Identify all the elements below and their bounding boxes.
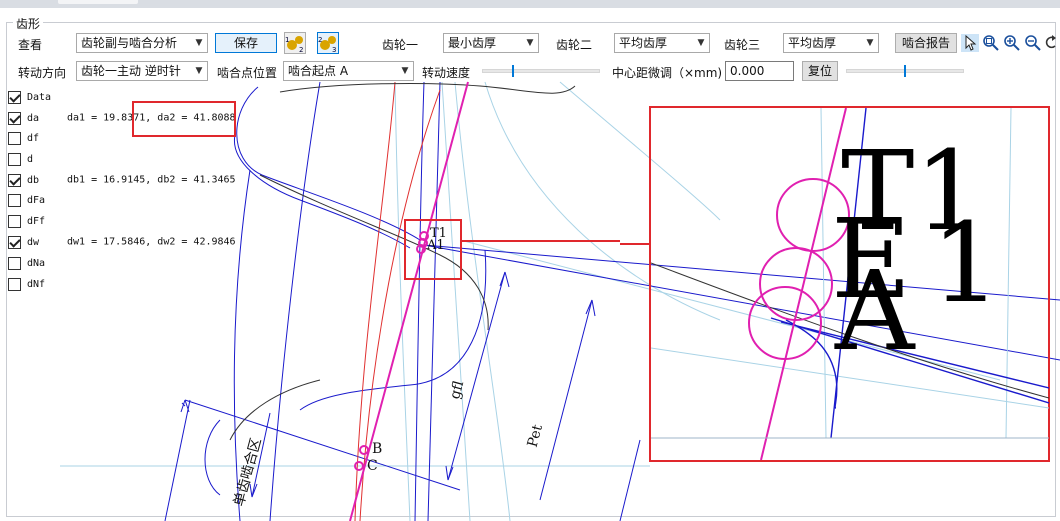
reset-button[interactable]: 复位 <box>802 61 838 81</box>
view-select[interactable]: 齿轮副与啮合分析 ▼ <box>76 33 208 53</box>
gear1-select[interactable]: 最小齿厚 ▼ <box>443 33 539 53</box>
checkbox-data[interactable] <box>8 90 21 104</box>
svg-text:2: 2 <box>299 46 303 53</box>
direction-select[interactable]: 齿轮一主动 逆时针 ▼ <box>76 61 208 81</box>
mesh-point-select[interactable]: 啮合起点 A ▼ <box>283 61 414 81</box>
group-title: 齿形 <box>13 15 44 32</box>
direction-select-value: 齿轮一主动 逆时针 <box>81 64 181 78</box>
checkbox-row-d[interactable]: d <box>8 152 67 168</box>
svg-text:3: 3 <box>332 46 336 53</box>
gear3-select-value: 平均齿厚 <box>788 36 837 50</box>
mesh-point-highlight-box <box>404 219 462 280</box>
checkbox-df[interactable] <box>8 131 21 145</box>
view-label: 查看 <box>18 38 43 52</box>
zoom-view: T1 E 1 A <box>651 108 1049 460</box>
gear3-select[interactable]: 平均齿厚 ▼ <box>783 33 879 53</box>
gear2-select-value: 平均齿厚 <box>619 36 668 50</box>
zoom-out-icon[interactable] <box>1024 34 1042 52</box>
checkbox-row-df[interactable]: df <box>8 131 67 147</box>
checkbox-row-dff[interactable]: dFf <box>8 214 67 230</box>
checkbox-label: db <box>27 174 40 186</box>
chevron-down-icon: ▼ <box>195 66 203 76</box>
mesh-report-button[interactable]: 啮合报告 <box>895 33 957 53</box>
center-adjust-slider[interactable] <box>846 65 964 77</box>
gear-pair-23-icon-button[interactable]: 2 3 <box>317 32 339 54</box>
zoom-one-label: 1 <box>931 199 1001 327</box>
direction-label: 转动方向 <box>18 66 67 80</box>
checkbox-dnf[interactable] <box>8 277 21 291</box>
checkbox-dna[interactable] <box>8 256 21 270</box>
checkbox-row-dna[interactable]: dNa <box>8 256 67 272</box>
center-adjust-input[interactable]: 0.000 <box>725 61 794 81</box>
checkbox-da[interactable] <box>8 111 21 125</box>
checkbox-dfa[interactable] <box>8 193 21 207</box>
checkbox-label: dFa <box>27 194 46 206</box>
center-slider-thumb[interactable] <box>904 65 906 77</box>
gear3-label: 齿轮三 <box>724 38 761 52</box>
save-button[interactable]: 保存 <box>215 33 277 53</box>
chevron-down-icon: ▼ <box>195 38 203 48</box>
rotate-icon[interactable] <box>1044 34 1058 52</box>
svg-text:1: 1 <box>285 36 289 44</box>
chevron-down-icon: ▼ <box>526 38 534 48</box>
checkbox-d[interactable] <box>8 152 21 166</box>
checkbox-row-dw[interactable]: dw dw1 = 17.5846, dw2 = 42.9846 <box>8 235 236 251</box>
checkbox-label: dw <box>27 236 40 248</box>
center-adjust-label: 中心距微调（×mm) <box>612 66 723 80</box>
view-select-value: 齿轮副与啮合分析 <box>81 36 178 50</box>
active-tab-edge[interactable] <box>58 0 138 4</box>
svg-text:2: 2 <box>318 36 322 44</box>
checkbox-value: dw1 = 17.5846, dw2 = 42.9846 <box>67 236 236 248</box>
zoom-fit-icon[interactable] <box>982 34 1000 52</box>
mesh-point-select-value: 啮合起点 A <box>288 64 349 78</box>
chevron-down-icon: ▼ <box>697 38 705 48</box>
checkbox-row-data[interactable]: Data <box>8 90 67 106</box>
checkbox-label: Data <box>27 91 52 103</box>
checkbox-db[interactable] <box>8 173 21 187</box>
speed-slider-track <box>482 69 600 73</box>
point-b-label: B <box>372 441 383 457</box>
da2-highlight-box <box>132 101 236 137</box>
gear2-label: 齿轮二 <box>556 38 593 52</box>
checkbox-dff[interactable] <box>8 214 21 228</box>
zoom-in-icon[interactable] <box>1003 34 1021 52</box>
checkbox-label: da <box>27 112 40 124</box>
point-c-label: C <box>367 458 378 474</box>
pointer-icon[interactable] <box>961 34 979 52</box>
checkbox-dw[interactable] <box>8 235 21 249</box>
chevron-down-icon: ▼ <box>866 38 874 48</box>
gear-pair-12-icon-button[interactable]: 1 2 <box>284 32 306 54</box>
gear-pair-23-icon: 2 3 <box>318 36 336 53</box>
zoom-a-label: A <box>835 247 915 375</box>
checkbox-label: df <box>27 132 40 144</box>
speed-slider-thumb[interactable] <box>512 65 514 77</box>
checkbox-label: d <box>27 153 34 165</box>
checkbox-row-db[interactable]: db db1 = 16.9145, db2 = 41.3465 <box>8 173 236 189</box>
checkbox-label: dNf <box>27 278 46 290</box>
checkbox-row-dnf[interactable]: dNf <box>8 277 67 293</box>
top-tab-strip <box>0 0 1060 8</box>
gear-pair-12-icon: 1 2 <box>285 36 303 53</box>
checkbox-label: dFf <box>27 215 46 227</box>
gear1-select-value: 最小齿厚 <box>448 36 497 50</box>
checkbox-value: db1 = 16.9145, db2 = 41.3465 <box>67 174 236 186</box>
speed-label: 转动速度 <box>422 66 471 80</box>
checkbox-row-dfa[interactable]: dFa <box>8 193 67 209</box>
checkbox-label: dNa <box>27 257 46 269</box>
speed-slider[interactable] <box>482 65 600 77</box>
gear1-label: 齿轮一 <box>382 38 419 52</box>
gear2-select[interactable]: 平均齿厚 ▼ <box>614 33 710 53</box>
chevron-down-icon: ▼ <box>401 66 409 76</box>
mesh-point-label: 啮合点位置 <box>217 66 278 80</box>
